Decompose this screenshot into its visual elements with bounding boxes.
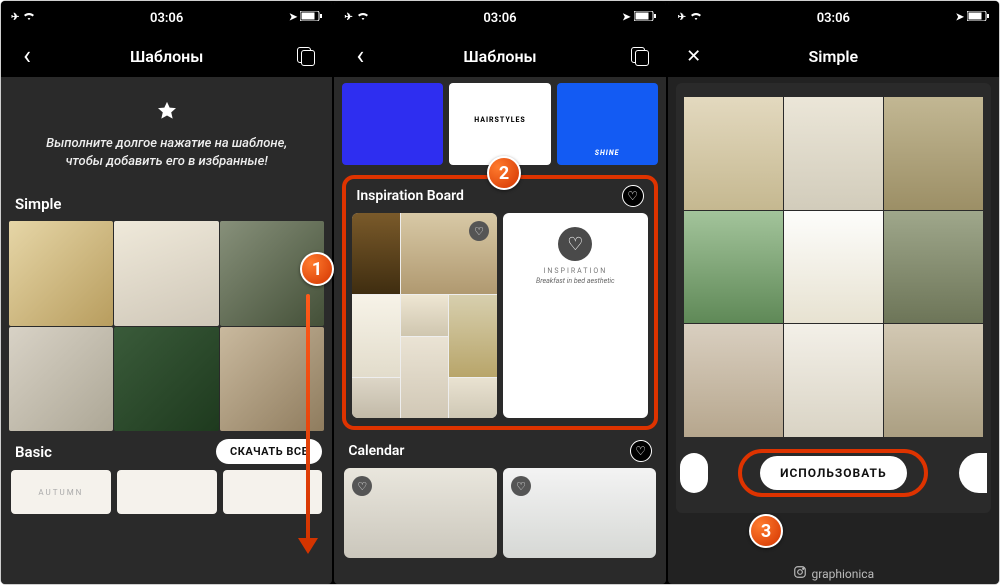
back-button[interactable] bbox=[15, 44, 39, 68]
screen-templates-list: ✈︎ 03:06 ➤ Шаблоны Выпо bbox=[1, 1, 332, 584]
close-button[interactable] bbox=[682, 44, 706, 68]
favorite-heart-icon[interactable]: ♡ bbox=[622, 185, 644, 207]
star-icon bbox=[153, 97, 181, 125]
airplane-mode-icon: ✈︎ bbox=[344, 12, 352, 23]
card-label: INSPIRATION bbox=[543, 267, 607, 275]
clipboard-button[interactable] bbox=[294, 44, 318, 68]
template-thumb[interactable] bbox=[220, 221, 324, 325]
basic-section-header: Basic СКАЧАТЬ ВСЕ bbox=[1, 431, 332, 470]
tip-text: Выполните долгое нажатие на шаблоне, что… bbox=[29, 135, 304, 171]
download-all-button[interactable]: СКАЧАТЬ ВСЕ bbox=[216, 439, 322, 464]
card-label: SHINE bbox=[595, 149, 620, 157]
calendar-row[interactable]: ♡ ♡ bbox=[334, 468, 665, 558]
template-thumb[interactable] bbox=[220, 327, 324, 431]
section-header: Calendar ♡ bbox=[334, 430, 665, 468]
clipboard-button[interactable] bbox=[628, 44, 652, 68]
status-right: ➤ bbox=[289, 11, 322, 24]
status-left: ✈︎ bbox=[344, 11, 369, 24]
favorite-heart-icon[interactable]: ♡ bbox=[352, 476, 372, 496]
status-right: ➤ bbox=[956, 11, 989, 24]
template-thumb[interactable]: AUTUMN bbox=[11, 470, 111, 514]
brand-name: graphionica bbox=[812, 567, 875, 581]
template-thumb[interactable] bbox=[9, 221, 113, 325]
status-bar: ✈︎ 03:06 ➤ bbox=[668, 1, 999, 35]
calendar-card[interactable]: ♡ bbox=[344, 468, 497, 558]
favorite-heart-icon[interactable]: ♡ bbox=[469, 221, 489, 241]
wifi-icon bbox=[22, 11, 36, 24]
nav-title: Шаблоны bbox=[334, 47, 665, 66]
use-button-row: ИСПОЛЬЗОВАТЬ bbox=[684, 449, 983, 497]
section-header: Inspiration Board ♡ bbox=[352, 185, 647, 213]
calendar-card[interactable]: ♡ bbox=[503, 468, 656, 558]
status-time: 03:06 bbox=[150, 11, 183, 26]
section-simple-title: Simple bbox=[1, 185, 332, 221]
airplane-mode-icon: ✈︎ bbox=[11, 12, 19, 23]
battery-icon bbox=[967, 11, 989, 24]
status-time: 03:06 bbox=[483, 11, 516, 26]
copy-stack-icon bbox=[297, 47, 315, 65]
collage-grid bbox=[352, 213, 497, 418]
copy-stack-icon bbox=[631, 47, 649, 65]
favorite-heart-icon[interactable]: ♡ bbox=[558, 227, 592, 261]
simple-template-grid[interactable] bbox=[1, 221, 332, 431]
use-template-button[interactable]: ИСПОЛЬЗОВАТЬ bbox=[760, 456, 907, 490]
nav-title: Шаблоны bbox=[1, 47, 332, 66]
battery-icon bbox=[634, 11, 656, 24]
section-calendar-title: Calendar bbox=[348, 443, 404, 459]
card-subtitle: Breakfast in bed aesthetic bbox=[536, 277, 615, 285]
inspiration-row[interactable]: ♡ ♡ INSPIRATION Breakfast in bed aesthet… bbox=[352, 213, 647, 418]
tutorial-composite: ✈︎ 03:06 ➤ Шаблоны Выпо bbox=[0, 0, 1000, 585]
location-icon: ➤ bbox=[289, 12, 297, 23]
preview-grid bbox=[684, 97, 983, 437]
instagram-icon bbox=[793, 565, 807, 582]
nav-title: Simple bbox=[668, 47, 999, 66]
brand-footer: graphionica bbox=[668, 565, 999, 582]
location-icon: ➤ bbox=[622, 12, 630, 23]
template-card[interactable] bbox=[342, 83, 443, 165]
status-right: ➤ bbox=[622, 11, 655, 24]
content-area[interactable]: HAIRSTYLES SHINE Inspiration Board ♡ ♡ bbox=[334, 77, 665, 584]
template-thumb[interactable] bbox=[114, 327, 218, 431]
nav-bar: Шаблоны bbox=[1, 35, 332, 77]
favorites-tip: Выполните долгое нажатие на шаблоне, что… bbox=[1, 77, 332, 185]
template-card-shine[interactable]: SHINE bbox=[557, 83, 658, 165]
inspiration-section-highlighted: Inspiration Board ♡ ♡ ♡ INSPIRATION Brea… bbox=[342, 175, 657, 430]
wifi-icon bbox=[356, 11, 370, 24]
battery-icon bbox=[300, 11, 322, 24]
template-thumb[interactable] bbox=[223, 470, 323, 514]
status-bar: ✈︎ 03:06 ➤ bbox=[334, 1, 665, 35]
inspiration-collage-card[interactable]: ♡ bbox=[352, 213, 497, 418]
screen-templates-categories: ✈︎ 03:06 ➤ Шаблоны HAIRSTYLES SHINE Insp… bbox=[334, 1, 665, 584]
location-icon: ➤ bbox=[956, 12, 964, 23]
wifi-icon bbox=[689, 11, 703, 24]
template-thumb[interactable] bbox=[114, 221, 218, 325]
adjacent-button[interactable] bbox=[680, 453, 708, 493]
airplane-mode-icon: ✈︎ bbox=[678, 12, 686, 23]
inspiration-text-card[interactable]: ♡ INSPIRATION Breakfast in bed aesthetic bbox=[503, 213, 648, 418]
screen-template-preview: ✈︎ 03:06 ➤ Simple ИСПОЛЬЗОВАТЬ bbox=[668, 1, 999, 584]
template-thumb[interactable] bbox=[117, 470, 217, 514]
status-bar: ✈︎ 03:06 ➤ bbox=[1, 1, 332, 35]
content-area[interactable]: ИСПОЛЬЗОВАТЬ graphionica bbox=[668, 83, 999, 584]
basic-template-row[interactable]: AUTUMN bbox=[1, 470, 332, 524]
status-left: ✈︎ bbox=[678, 11, 703, 24]
template-thumb[interactable] bbox=[9, 327, 113, 431]
content-area[interactable]: Выполните долгое нажатие на шаблоне, что… bbox=[1, 77, 332, 584]
section-basic-title: Basic bbox=[15, 443, 52, 461]
template-preview-card[interactable]: ИСПОЛЬЗОВАТЬ bbox=[676, 83, 991, 513]
adjacent-button[interactable] bbox=[959, 453, 987, 493]
nav-bar: Шаблоны bbox=[334, 35, 665, 77]
top-template-row[interactable]: HAIRSTYLES SHINE bbox=[334, 77, 665, 175]
favorite-heart-icon[interactable]: ♡ bbox=[630, 440, 652, 462]
nav-bar: Simple bbox=[668, 35, 999, 77]
back-button[interactable] bbox=[348, 44, 372, 68]
favorite-heart-icon[interactable]: ♡ bbox=[511, 476, 531, 496]
card-label: HAIRSTYLES bbox=[474, 116, 526, 124]
template-card-hairstyles[interactable]: HAIRSTYLES bbox=[449, 83, 550, 165]
section-inspiration-title: Inspiration Board bbox=[356, 188, 464, 204]
status-left: ✈︎ bbox=[11, 11, 36, 24]
thumb-caption: AUTUMN bbox=[38, 488, 83, 497]
status-time: 03:06 bbox=[817, 11, 850, 26]
